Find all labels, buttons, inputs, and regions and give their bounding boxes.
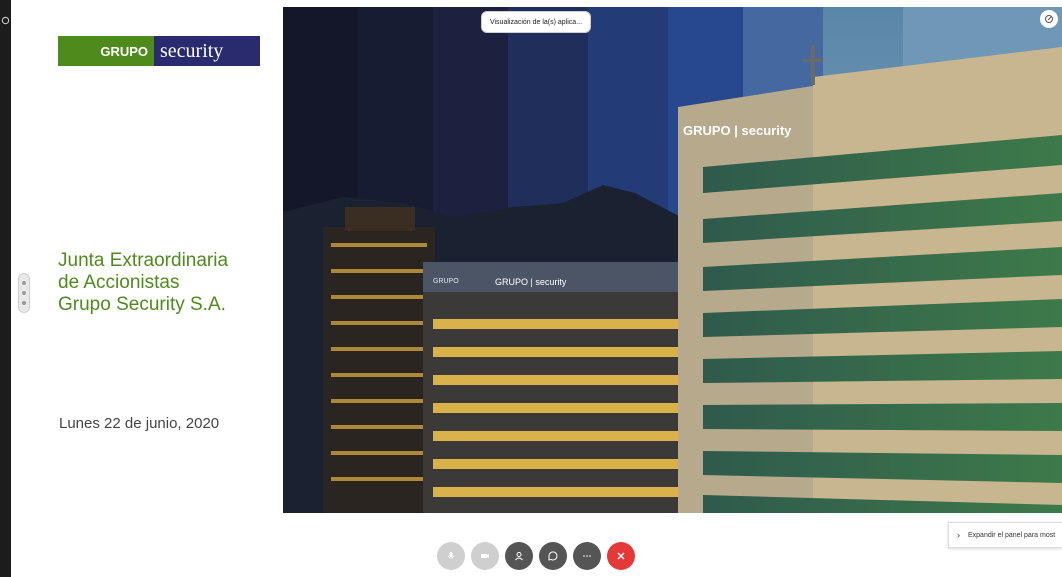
more-button[interactable]: [573, 542, 601, 570]
logo-word-security: security: [154, 36, 260, 66]
hang-up-icon: [617, 552, 625, 560]
title-line: Grupo Security S.A.: [58, 294, 226, 315]
mic-icon: [447, 552, 455, 559]
grupo-security-logo: GRUPO security: [58, 36, 260, 66]
expand-panel-button[interactable]: › Expandir el panel para most: [948, 522, 1062, 548]
app-sharing-banner[interactable]: Visualización de la(s) aplica...: [481, 11, 591, 33]
hang-up-button[interactable]: [607, 542, 635, 570]
photo-sign-right: GRUPO | security: [683, 123, 792, 138]
participants-button[interactable]: [505, 542, 533, 570]
expand-panel-label: Expandir el panel para most: [968, 531, 1056, 539]
participants-icon: [515, 552, 523, 561]
presentation-slide: GRUPO security Junta Extraordinaria de A…: [11, 7, 1062, 513]
building-photo: GRUPO | security GRUPO GRUPO | security: [283, 7, 1062, 513]
camera-button[interactable]: [471, 542, 499, 570]
chat-icon: [548, 551, 558, 561]
photo-sign-small: GRUPO: [433, 278, 459, 285]
logo-word-grupo: GRUPO: [58, 36, 154, 66]
slide-title: Junta Extraordinaria de Accionistas Grup…: [58, 250, 288, 316]
chevron-right-icon: ›: [957, 530, 960, 540]
left-panel-strip: [0, 0, 11, 577]
popout-icon: [1045, 15, 1053, 23]
chat-button[interactable]: [539, 542, 567, 570]
popout-button[interactable]: [1040, 10, 1058, 28]
call-controls: [437, 542, 635, 572]
settings-icon[interactable]: [0, 12, 11, 28]
camera-icon: [481, 554, 489, 558]
handle-dot: [22, 291, 26, 295]
slide-date: Lunes 22 de junio, 2020: [59, 415, 220, 432]
photo-sign-middle: GRUPO | security: [495, 277, 567, 287]
mic-button[interactable]: [437, 542, 465, 570]
panel-drag-handle[interactable]: [18, 273, 30, 313]
more-icon: [583, 555, 591, 557]
handle-dot: [22, 301, 26, 305]
handle-dot: [22, 281, 26, 285]
title-line: de Accionistas: [58, 272, 180, 293]
title-line: Junta Extraordinaria: [58, 250, 229, 271]
